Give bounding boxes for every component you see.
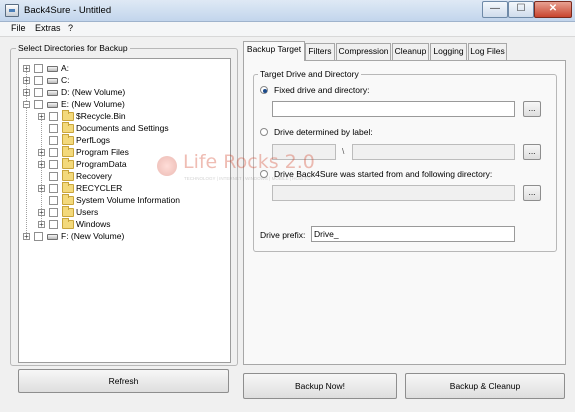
label-directory-input[interactable] <box>352 144 515 160</box>
expand-icon[interactable]: + <box>38 209 45 217</box>
tree-node-label: Recovery <box>76 171 112 181</box>
expand-icon[interactable]: + <box>23 233 30 241</box>
label-browse-button[interactable]: ... <box>523 144 541 160</box>
tree-node-label: Program Files <box>76 147 129 157</box>
refresh-button[interactable]: Refresh <box>18 369 229 393</box>
tree-node-label: D: (New Volume) <box>61 87 126 97</box>
drive-icon <box>47 102 58 108</box>
menu-bar: File Extras ? <box>0 22 575 37</box>
backup-now-button[interactable]: Backup Now! <box>243 373 397 399</box>
collapse-icon[interactable]: − <box>23 101 30 109</box>
tree-checkbox[interactable] <box>34 64 43 73</box>
started-drive-label: Drive Back4Sure was started from and fol… <box>274 169 493 179</box>
tree-node-label: C: <box>61 75 70 85</box>
directories-group-title: Select Directories for Backup <box>16 43 130 53</box>
folder-icon <box>62 122 74 133</box>
tree-checkbox[interactable] <box>49 196 58 205</box>
started-directory-input[interactable] <box>272 185 515 201</box>
tree-checkbox[interactable] <box>49 124 58 133</box>
tree-checkbox[interactable] <box>49 172 58 181</box>
app-icon <box>5 4 19 17</box>
tree-node-label: Users <box>76 207 99 217</box>
tree-checkbox[interactable] <box>34 232 43 241</box>
title-bar: Back4Sure - Untitled — ☐ ✕ <box>0 0 575 22</box>
drive-label-radio[interactable] <box>260 128 268 136</box>
expand-icon[interactable]: + <box>38 113 45 121</box>
expand-icon[interactable]: + <box>38 185 45 193</box>
drive-label-input[interactable] <box>272 144 336 160</box>
tree-checkbox[interactable] <box>34 76 43 85</box>
drive-prefix-label: Drive prefix: <box>260 230 306 240</box>
tree-node-label: Windows <box>76 219 111 229</box>
folder-icon <box>62 110 74 121</box>
tab-backup-target[interactable]: Backup Target <box>243 41 305 61</box>
expand-icon[interactable]: + <box>38 149 45 157</box>
tree-node-label: RECYCLER <box>76 183 123 193</box>
tree-checkbox[interactable] <box>34 88 43 97</box>
drive-prefix-input[interactable]: Drive_ <box>311 226 515 242</box>
tree-node-label: ProgramData <box>76 159 127 169</box>
folder-icon <box>62 170 74 181</box>
started-browse-button[interactable]: ... <box>523 185 541 201</box>
fixed-drive-radio[interactable] <box>260 86 268 94</box>
folder-icon <box>62 134 74 145</box>
backup-cleanup-button[interactable]: Backup & Cleanup <box>405 373 565 399</box>
folder-icon <box>62 182 74 193</box>
tab-cleanup[interactable]: Cleanup <box>392 43 429 60</box>
close-button[interactable]: ✕ <box>534 1 572 18</box>
folder-icon <box>62 218 74 229</box>
path-separator: \ <box>342 146 345 156</box>
expand-icon[interactable]: + <box>23 89 30 97</box>
target-group-title: Target Drive and Directory <box>258 69 361 79</box>
tab-log-files[interactable]: Log Files <box>468 43 507 60</box>
fixed-drive-label: Fixed drive and directory: <box>274 85 370 95</box>
fixed-directory-input[interactable] <box>272 101 515 117</box>
tree-node-label: F: (New Volume) <box>61 231 125 241</box>
maximize-button[interactable]: ☐ <box>508 1 534 18</box>
drive-icon <box>47 234 58 240</box>
tree-node-label: Documents and Settings <box>76 123 169 133</box>
expand-icon[interactable]: + <box>23 65 30 73</box>
menu-file[interactable]: File <box>11 23 26 33</box>
folder-icon <box>62 194 74 205</box>
fixed-browse-button[interactable]: ... <box>523 101 541 117</box>
tree-checkbox[interactable] <box>34 100 43 109</box>
minimize-button[interactable]: — <box>482 1 508 18</box>
tree-checkbox[interactable] <box>49 136 58 145</box>
menu-help[interactable]: ? <box>68 23 73 33</box>
folder-icon <box>62 158 74 169</box>
drive-icon <box>47 90 58 96</box>
started-drive-radio[interactable] <box>260 170 268 178</box>
drive-label-label: Drive determined by label: <box>274 127 373 137</box>
tree-checkbox[interactable] <box>49 160 58 169</box>
tree-checkbox[interactable] <box>49 220 58 229</box>
folder-icon <box>62 206 74 217</box>
tree-node-label: A: <box>61 63 70 73</box>
tree-node-label: $Recycle.Bin <box>76 111 126 121</box>
expand-icon[interactable]: + <box>38 161 45 169</box>
tree-checkbox[interactable] <box>49 184 58 193</box>
tree-node-label: PerfLogs <box>76 135 111 145</box>
drive-icon <box>47 66 58 72</box>
tree-checkbox[interactable] <box>49 148 58 157</box>
window-title: Back4Sure - Untitled <box>24 5 112 16</box>
menu-extras[interactable]: Extras <box>35 23 61 33</box>
tree-checkbox[interactable] <box>49 208 58 217</box>
folder-icon <box>62 146 74 157</box>
tree-checkbox[interactable] <box>49 112 58 121</box>
tab-compression[interactable]: Compression <box>336 43 391 60</box>
directory-tree[interactable]: + A: + C: + D: (New Volume) − E: (New Volume) + $… <box>18 58 231 363</box>
tab-filters[interactable]: Filters <box>305 43 335 60</box>
tree-node-label: E: (New Volume) <box>61 99 125 109</box>
drive-icon <box>47 78 58 84</box>
expand-icon[interactable]: + <box>38 221 45 229</box>
tree-node-label: System Volume Information <box>76 195 180 205</box>
expand-icon[interactable]: + <box>23 77 30 85</box>
tab-logging[interactable]: Logging <box>430 43 467 60</box>
